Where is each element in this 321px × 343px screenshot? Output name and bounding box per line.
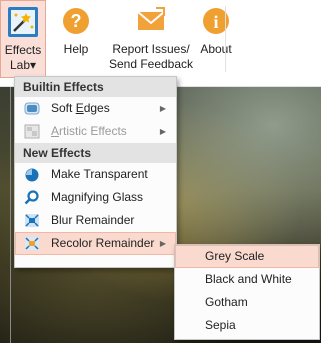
report-issues-label: Report Issues/	[112, 42, 190, 56]
soft-edges-label-post: dges	[83, 101, 110, 115]
help-label: Help	[63, 42, 89, 56]
menu-item-artistic-effects: Artistic Effects ▶	[15, 120, 176, 143]
effects-lab-label: Effects	[4, 43, 42, 57]
submenu-arrow-icon: ▶	[159, 239, 166, 248]
effects-lab-icon	[6, 5, 40, 39]
blur-remainder-icon	[24, 213, 40, 228]
submenu-arrow-icon: ▶	[159, 127, 166, 136]
recolor-remainder-submenu: Grey Scale Black and White Gotham Sepia	[174, 244, 320, 340]
about-button[interactable]: i About	[196, 0, 236, 78]
dropdown-arrow-icon: ▾	[30, 58, 37, 72]
svg-text:i: i	[213, 12, 218, 32]
help-button[interactable]: ? Help	[54, 0, 98, 78]
submenu-arrow-icon: ▶	[159, 104, 166, 113]
submenu-item-grey-scale[interactable]: Grey Scale	[175, 245, 319, 268]
menu-item-soft-edges[interactable]: Soft Edges ▶	[15, 97, 176, 120]
submenu-item-gotham[interactable]: Gotham	[175, 291, 319, 314]
soft-edges-icon	[24, 101, 40, 116]
report-issues-button[interactable]: Report Issues/ Send Feedback	[108, 0, 194, 78]
about-label: About	[200, 42, 232, 56]
effects-lab-label-2: Lab	[9, 58, 30, 72]
soft-edges-accelerator: E	[75, 101, 84, 115]
submenu-item-black-and-white[interactable]: Black and White	[175, 268, 319, 291]
send-feedback-label: Send Feedback	[108, 57, 194, 71]
help-icon: ?	[59, 4, 93, 38]
effects-lab-button[interactable]: Effects Lab▾	[0, 0, 46, 78]
artistic-effects-icon	[24, 124, 40, 139]
soft-edges-label-pre: Soft	[51, 101, 76, 115]
envelope-icon	[134, 4, 168, 38]
menu-item-recolor-remainder[interactable]: Recolor Remainder ▶	[15, 232, 176, 255]
photo-border	[10, 87, 11, 343]
section-header-builtin: Builtin Effects	[15, 77, 176, 97]
artistic-effects-label-post: rtistic Effects	[59, 124, 127, 138]
svg-text:?: ?	[71, 11, 82, 31]
artistic-effects-accelerator: A	[51, 124, 60, 138]
menu-item-make-transparent[interactable]: Make Transparent	[15, 163, 176, 186]
ribbon: Effects Lab▾ ? Help Report Issues/ Send …	[0, 0, 321, 87]
make-transparent-icon	[24, 167, 40, 182]
ribbon-divider	[225, 6, 226, 72]
menu-item-magnifying-glass[interactable]: Magnifying Glass	[15, 186, 176, 209]
magnifying-glass-label: Magnifying Glass	[51, 190, 144, 204]
menu-item-blur-remainder[interactable]: Blur Remainder	[15, 209, 176, 232]
make-transparent-label: Make Transparent	[51, 167, 148, 181]
magnifying-glass-icon	[24, 190, 40, 205]
submenu-item-sepia[interactable]: Sepia	[175, 314, 319, 337]
recolor-remainder-label: Recolor Remainder	[51, 236, 155, 250]
info-icon: i	[199, 4, 233, 38]
blur-remainder-label: Blur Remainder	[51, 213, 135, 227]
recolor-remainder-icon	[24, 236, 40, 251]
section-header-new: New Effects	[15, 143, 176, 163]
effects-lab-menu: Builtin Effects Soft Edges ▶ Artistic Ef…	[14, 76, 177, 268]
